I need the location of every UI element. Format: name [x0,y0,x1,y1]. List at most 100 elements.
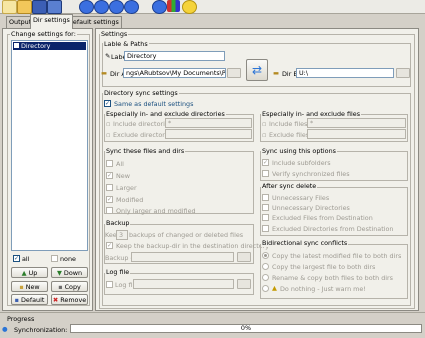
settings-panel: Settings Lable & Paths ✎ Label Directory… [95,28,419,311]
left-panel: Change settings for: Directory ✓ all non… [2,28,93,311]
progress-percent: 0% [240,324,252,332]
exclude-files-input[interactable] [307,129,406,139]
conflict-latest-radio[interactable] [262,252,269,259]
keep-in-dest-checkbox[interactable]: ✓ [106,242,113,249]
backup-title: Backup [105,219,131,227]
remove-button[interactable]: ✖ Remove [51,294,88,305]
tab-default-settings[interactable]: Default settings [65,16,122,28]
down-label: Down [63,269,83,277]
new-label: New [25,283,40,291]
books-icon[interactable] [167,0,180,12]
delete-excluded-dirs-checkbox[interactable] [262,225,269,232]
inex-files-title: Especially in- and exclude files [261,110,362,118]
browse-dir-b-button[interactable] [396,68,410,78]
sync-all-icon[interactable] [109,0,124,14]
delete-excluded-files-checkbox[interactable] [262,214,269,221]
tab-bar: Output Dir settings Default settings [0,14,425,29]
remove-label: Remove [60,296,87,304]
about-icon[interactable] [152,0,167,14]
copy-button[interactable]: ▪ Copy [51,281,88,292]
label-icon: ✎ [105,52,111,60]
save-icon[interactable] [32,0,47,14]
sync-new-label: New [116,172,130,180]
settings-list[interactable]: Directory [11,40,88,251]
browse-log-button[interactable] [237,279,251,289]
delete-unnecessary-dirs-checkbox[interactable] [262,204,269,211]
default-button[interactable]: ▪ Default [11,294,48,305]
progress-title: Progress [7,315,35,323]
sync-larger-checkbox[interactable] [106,184,113,191]
sync-larger-modified-checkbox[interactable] [106,207,113,214]
exclude-files-label: Exclude files: [269,131,312,139]
folder-b-icon: ▬ [273,69,280,77]
all-checkbox[interactable]: ✓ [13,255,20,262]
label-input[interactable]: Directory [124,51,225,61]
checkbox-icon[interactable] [14,43,19,48]
delete-unnecessary-dirs-label: Unnecessary Directories [272,204,350,212]
dir-a-input[interactable]: ngs\ARubtsov\My Documents\Projects [123,68,226,78]
same-as-default-label: Same as default settings [114,100,194,108]
progress-bar: 0% [70,324,422,333]
conflict-largest-radio[interactable] [262,263,269,270]
keep-count-input[interactable]: 3 [116,230,128,240]
browse-backup-button[interactable] [237,252,251,262]
after-delete-title: After sync delete [261,182,318,190]
exclude-dirs-input[interactable] [165,129,252,139]
sync-modified-label: Modified [116,196,144,204]
exclude-files-icon: ▫ [262,131,267,139]
sync-icon[interactable] [94,0,109,14]
arrow-down-icon: ▼ [56,269,62,277]
new-button[interactable]: ▪ New [11,281,48,292]
sync-modified-checkbox[interactable]: ✓ [106,196,113,203]
new-icon[interactable] [2,0,17,14]
backup-dir-input[interactable] [131,252,234,262]
sync-new-checkbox[interactable]: ✓ [106,172,113,179]
run-icon[interactable] [79,0,94,14]
verify-files-checkbox[interactable] [262,170,269,177]
list-item-label: Directory [21,42,51,50]
down-button[interactable]: ▼ Down [51,267,88,278]
same-as-default-checkbox[interactable]: ✓ [104,100,111,107]
inex-dirs-title: Especially in- and exclude directories [105,110,226,118]
toolbar [0,0,425,14]
include-dirs-input[interactable]: * [165,118,252,128]
up-button[interactable]: ▲ Up [11,267,48,278]
sync-larger-label: Larger [116,184,137,192]
conflict-rename-radio[interactable] [262,274,269,281]
folder-a-icon: ▬ [101,69,108,77]
sync-these-title: Sync these files and dirs [105,147,186,155]
swap-icon: ⇄ [251,63,263,77]
conflict-rename-label: Rename & copy both files to both dirs [272,274,393,282]
swap-dirs-button[interactable]: ⇄ [246,59,268,81]
help-icon[interactable] [124,0,139,14]
include-files-input[interactable]: * [307,118,406,128]
default-label: Default [21,296,45,304]
include-subfolders-label: Include subfolders [272,159,331,167]
copy-label: Copy [64,283,81,291]
sync-all-label: All [116,160,124,168]
sync-all-checkbox[interactable] [106,160,113,167]
save-as-icon[interactable] [47,0,62,14]
include-subfolders-checkbox[interactable]: ✓ [262,159,269,166]
settings-title: Settings [100,30,129,38]
log-title: Log file [105,268,131,276]
warning-icon: ▲ [272,284,277,292]
sync-using-title: Sync using this options [261,147,337,155]
default-icon: ▪ [14,296,19,304]
conflict-nothing-radio[interactable] [262,285,269,292]
keep-post-label: backups of changed or deleted files [129,231,244,239]
browse-dir-a-button[interactable] [227,68,241,78]
sync-these-group [104,151,254,214]
smiley-icon[interactable] [182,0,197,14]
list-item[interactable]: Directory [13,42,86,50]
open-icon[interactable] [17,0,32,14]
up-label: Up [28,269,38,277]
log-file-checkbox[interactable] [106,281,113,288]
tab-dir-settings[interactable]: Dir settings [30,14,73,29]
all-label: all [22,255,30,263]
delete-unnecessary-files-checkbox[interactable] [262,194,269,201]
log-file-input[interactable] [133,279,234,289]
include-files-icon: ▫ [262,120,267,128]
dir-b-input[interactable]: U:\ [296,68,394,78]
none-checkbox[interactable] [51,255,58,262]
